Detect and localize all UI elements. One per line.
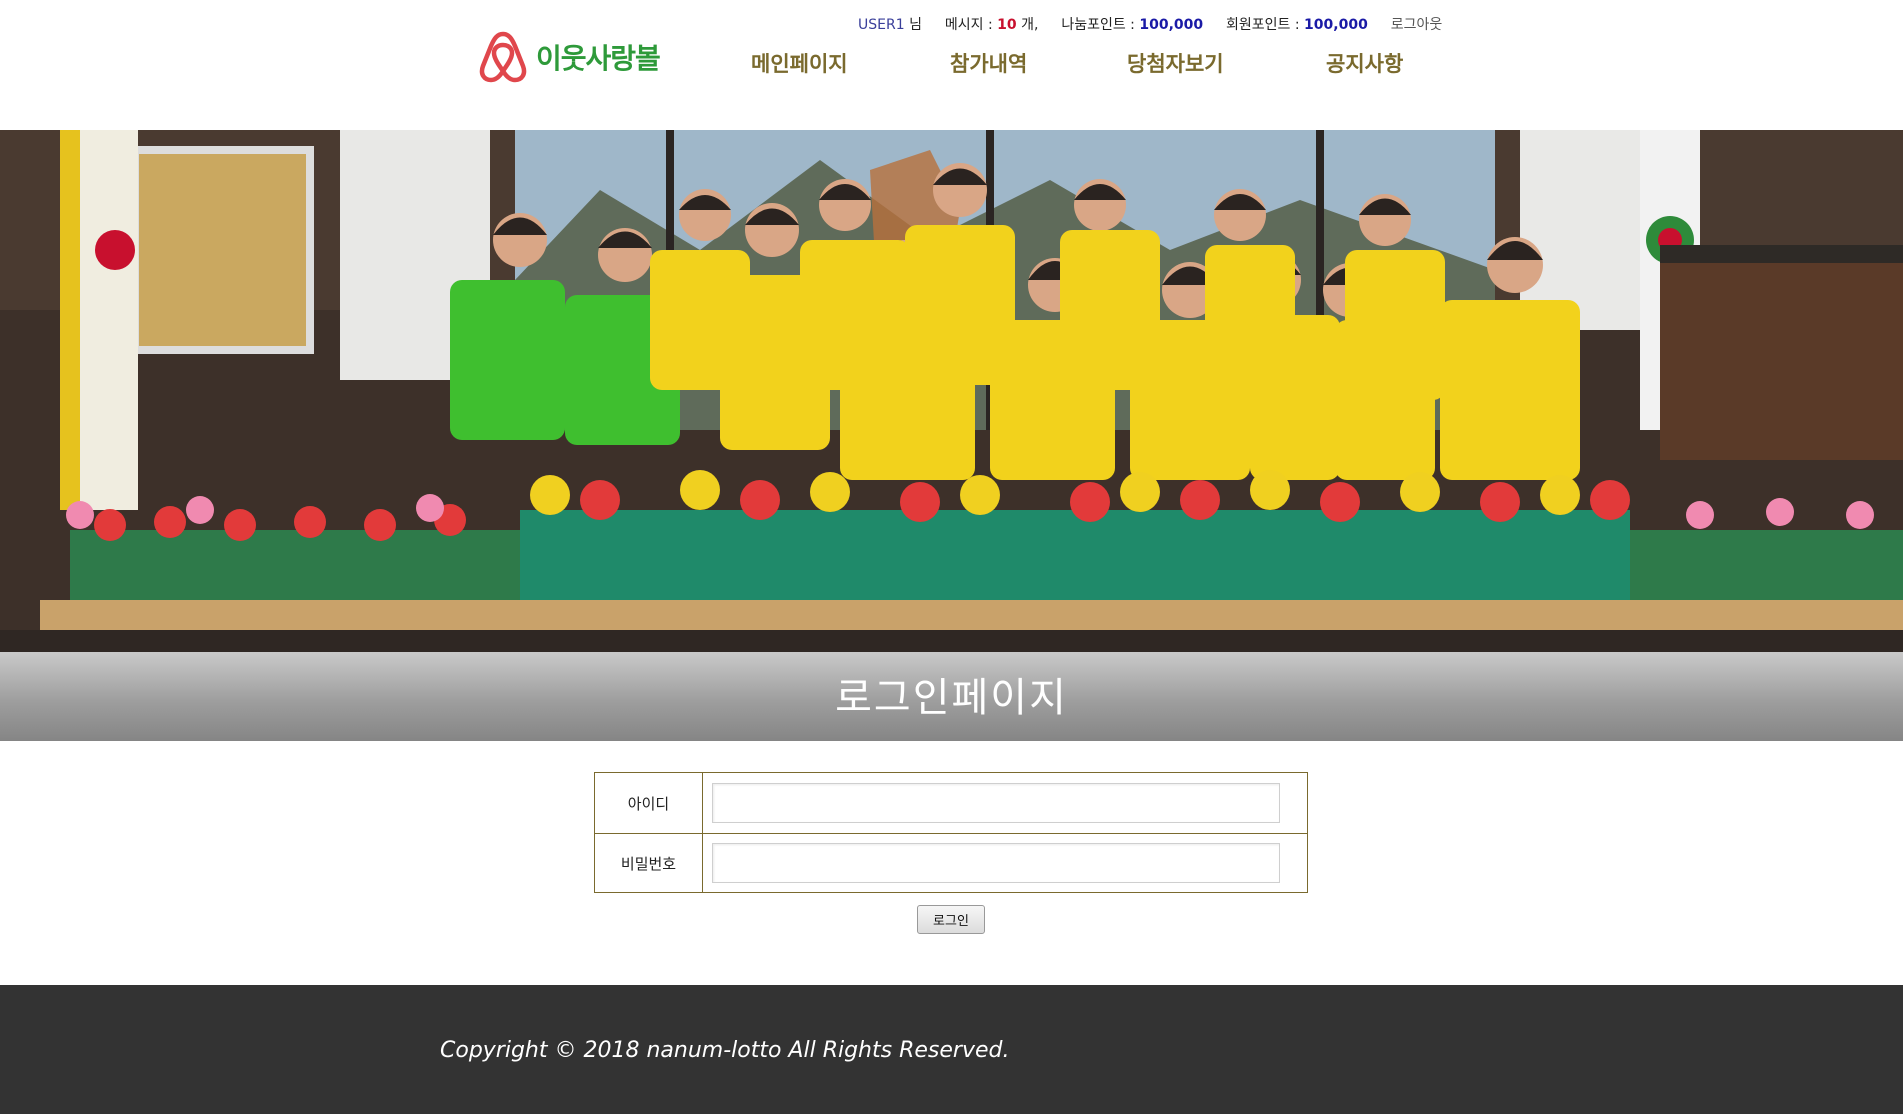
member-point-label: 회원포인트 : <box>1226 17 1305 33</box>
user-suffix: 님 <box>909 17 922 33</box>
message-count[interactable]: 10 <box>997 17 1016 33</box>
banner-photo <box>0 130 1903 652</box>
user-name: USER1 <box>858 17 905 33</box>
login-form: 아이디 비밀번호 <box>594 772 1308 893</box>
id-label: 아이디 <box>595 773 703 833</box>
member-point-value: 100,000 <box>1304 17 1368 33</box>
message-unit: 개, <box>1016 17 1039 33</box>
login-button[interactable]: 로그인 <box>917 905 985 934</box>
nav-winners[interactable]: 당첨자보기 <box>1127 48 1224 78</box>
share-point-value: 100,000 <box>1139 17 1204 33</box>
id-row: 아이디 <box>595 773 1307 834</box>
id-input[interactable] <box>712 783 1280 823</box>
share-point-label: 나눔포인트 : <box>1061 17 1140 33</box>
logo-icon <box>479 31 527 83</box>
group-photo-illustration <box>0 130 1903 652</box>
nav-main-page[interactable]: 메인페이지 <box>751 48 848 78</box>
user-info-bar: USER1 님 메시지 : 10 개, 나눔포인트 : 100,000 회원포인… <box>858 14 1442 34</box>
nav-participation-history[interactable]: 참가내역 <box>950 48 1027 78</box>
nav-notice[interactable]: 공지사항 <box>1326 48 1403 78</box>
copyright-text: Copyright © 2018 nanum-lotto All Rights … <box>440 1038 1010 1063</box>
page-title: 로그인페이지 <box>835 675 1068 721</box>
logout-link[interactable]: 로그아웃 <box>1391 17 1443 33</box>
password-row: 비밀번호 <box>595 833 1307 893</box>
password-label: 비밀번호 <box>595 833 703 893</box>
logo-text: 이웃사랑볼 <box>536 42 661 75</box>
message-label: 메시지 : <box>944 17 998 33</box>
password-input[interactable] <box>712 843 1280 883</box>
site-logo[interactable]: 이웃사랑볼 <box>478 30 661 84</box>
